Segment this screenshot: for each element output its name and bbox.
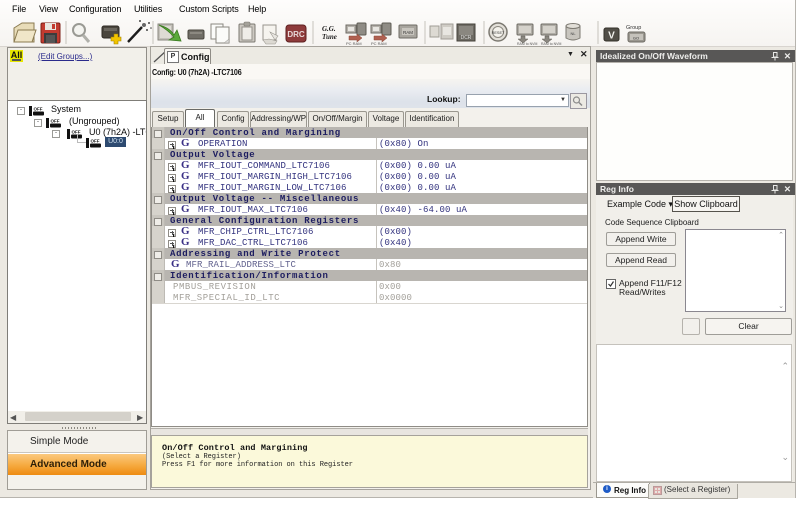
svg-text:OFF: OFF [51,119,60,124]
svg-text:OFF: OFF [91,139,100,144]
svg-text:NL: NL [570,31,576,36]
svg-text:DCR: DCR [461,35,472,41]
svg-text:GO: GO [633,36,639,41]
svg-text:RAM: RAM [403,30,413,35]
svg-text:OFF: OFF [34,107,43,112]
svg-text:G.G.: G.G. [322,25,336,33]
svg-text:Group: Group [626,25,641,31]
svg-text:Tune: Tune [322,33,337,41]
svg-text:V: V [608,31,615,42]
svg-text:RESET: RESET [492,31,505,35]
svg-text:DRC: DRC [287,30,305,39]
